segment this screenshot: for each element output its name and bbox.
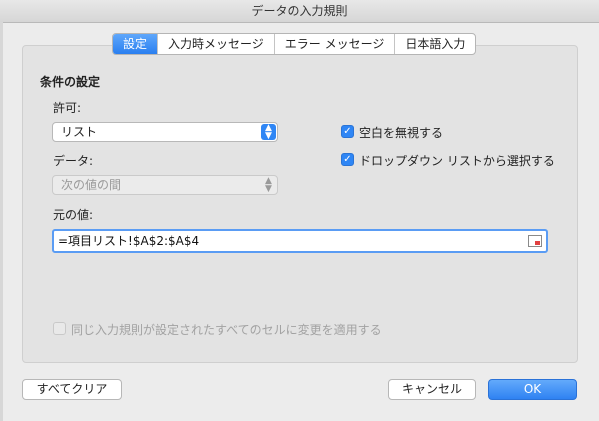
tab-settings[interactable]: 設定 [113, 34, 158, 54]
clear-all-button[interactable]: すべてクリア [22, 379, 122, 400]
source-input-value: =項目リスト!$A$2:$A$4 [58, 234, 200, 248]
ignore-blank-label: 空白を無視する [359, 126, 444, 140]
data-select-value: 次の値の間 [61, 178, 122, 192]
source-input[interactable]: =項目リスト!$A$2:$A$4 [52, 229, 548, 253]
data-label: データ: [53, 154, 94, 168]
allow-select-value: リスト [61, 125, 98, 139]
in-cell-dropdown-label: ドロップダウン リストから選択する [359, 154, 555, 168]
allow-label: 許可: [53, 101, 82, 115]
tab-input-message[interactable]: 入力時メッセージ [157, 34, 274, 54]
ignore-blank-checkbox[interactable]: ✓ [341, 125, 354, 138]
in-cell-dropdown-checkbox[interactable]: ✓ [341, 153, 354, 166]
ok-button[interactable]: OK [488, 379, 577, 400]
source-label: 元の値: [53, 208, 94, 222]
chevron-updown-icon: ▲ ▼ [261, 124, 276, 141]
apply-all-checkbox[interactable] [53, 322, 66, 335]
data-select[interactable]: 次の値の間 ▲ ▼ [52, 175, 278, 195]
tab-error-message[interactable]: エラー メッセージ [273, 34, 395, 54]
settings-panel [22, 45, 578, 363]
allow-select[interactable]: リスト ▲ ▼ [52, 122, 278, 142]
cancel-button[interactable]: キャンセル [388, 379, 476, 400]
tab-bar: 設定 入力時メッセージ エラー メッセージ 日本語入力 [112, 33, 477, 55]
window-edge [0, 22, 3, 421]
tab-ime[interactable]: 日本語入力 [394, 34, 475, 54]
chevron-updown-icon: ▲ ▼ [265, 176, 272, 194]
window-title: データの入力規則 [0, 0, 599, 23]
section-title: 条件の設定 [40, 75, 101, 89]
range-select-icon[interactable] [528, 235, 542, 247]
apply-all-label: 同じ入力規則が設定されたすべてのセルに変更を適用する [71, 323, 382, 337]
